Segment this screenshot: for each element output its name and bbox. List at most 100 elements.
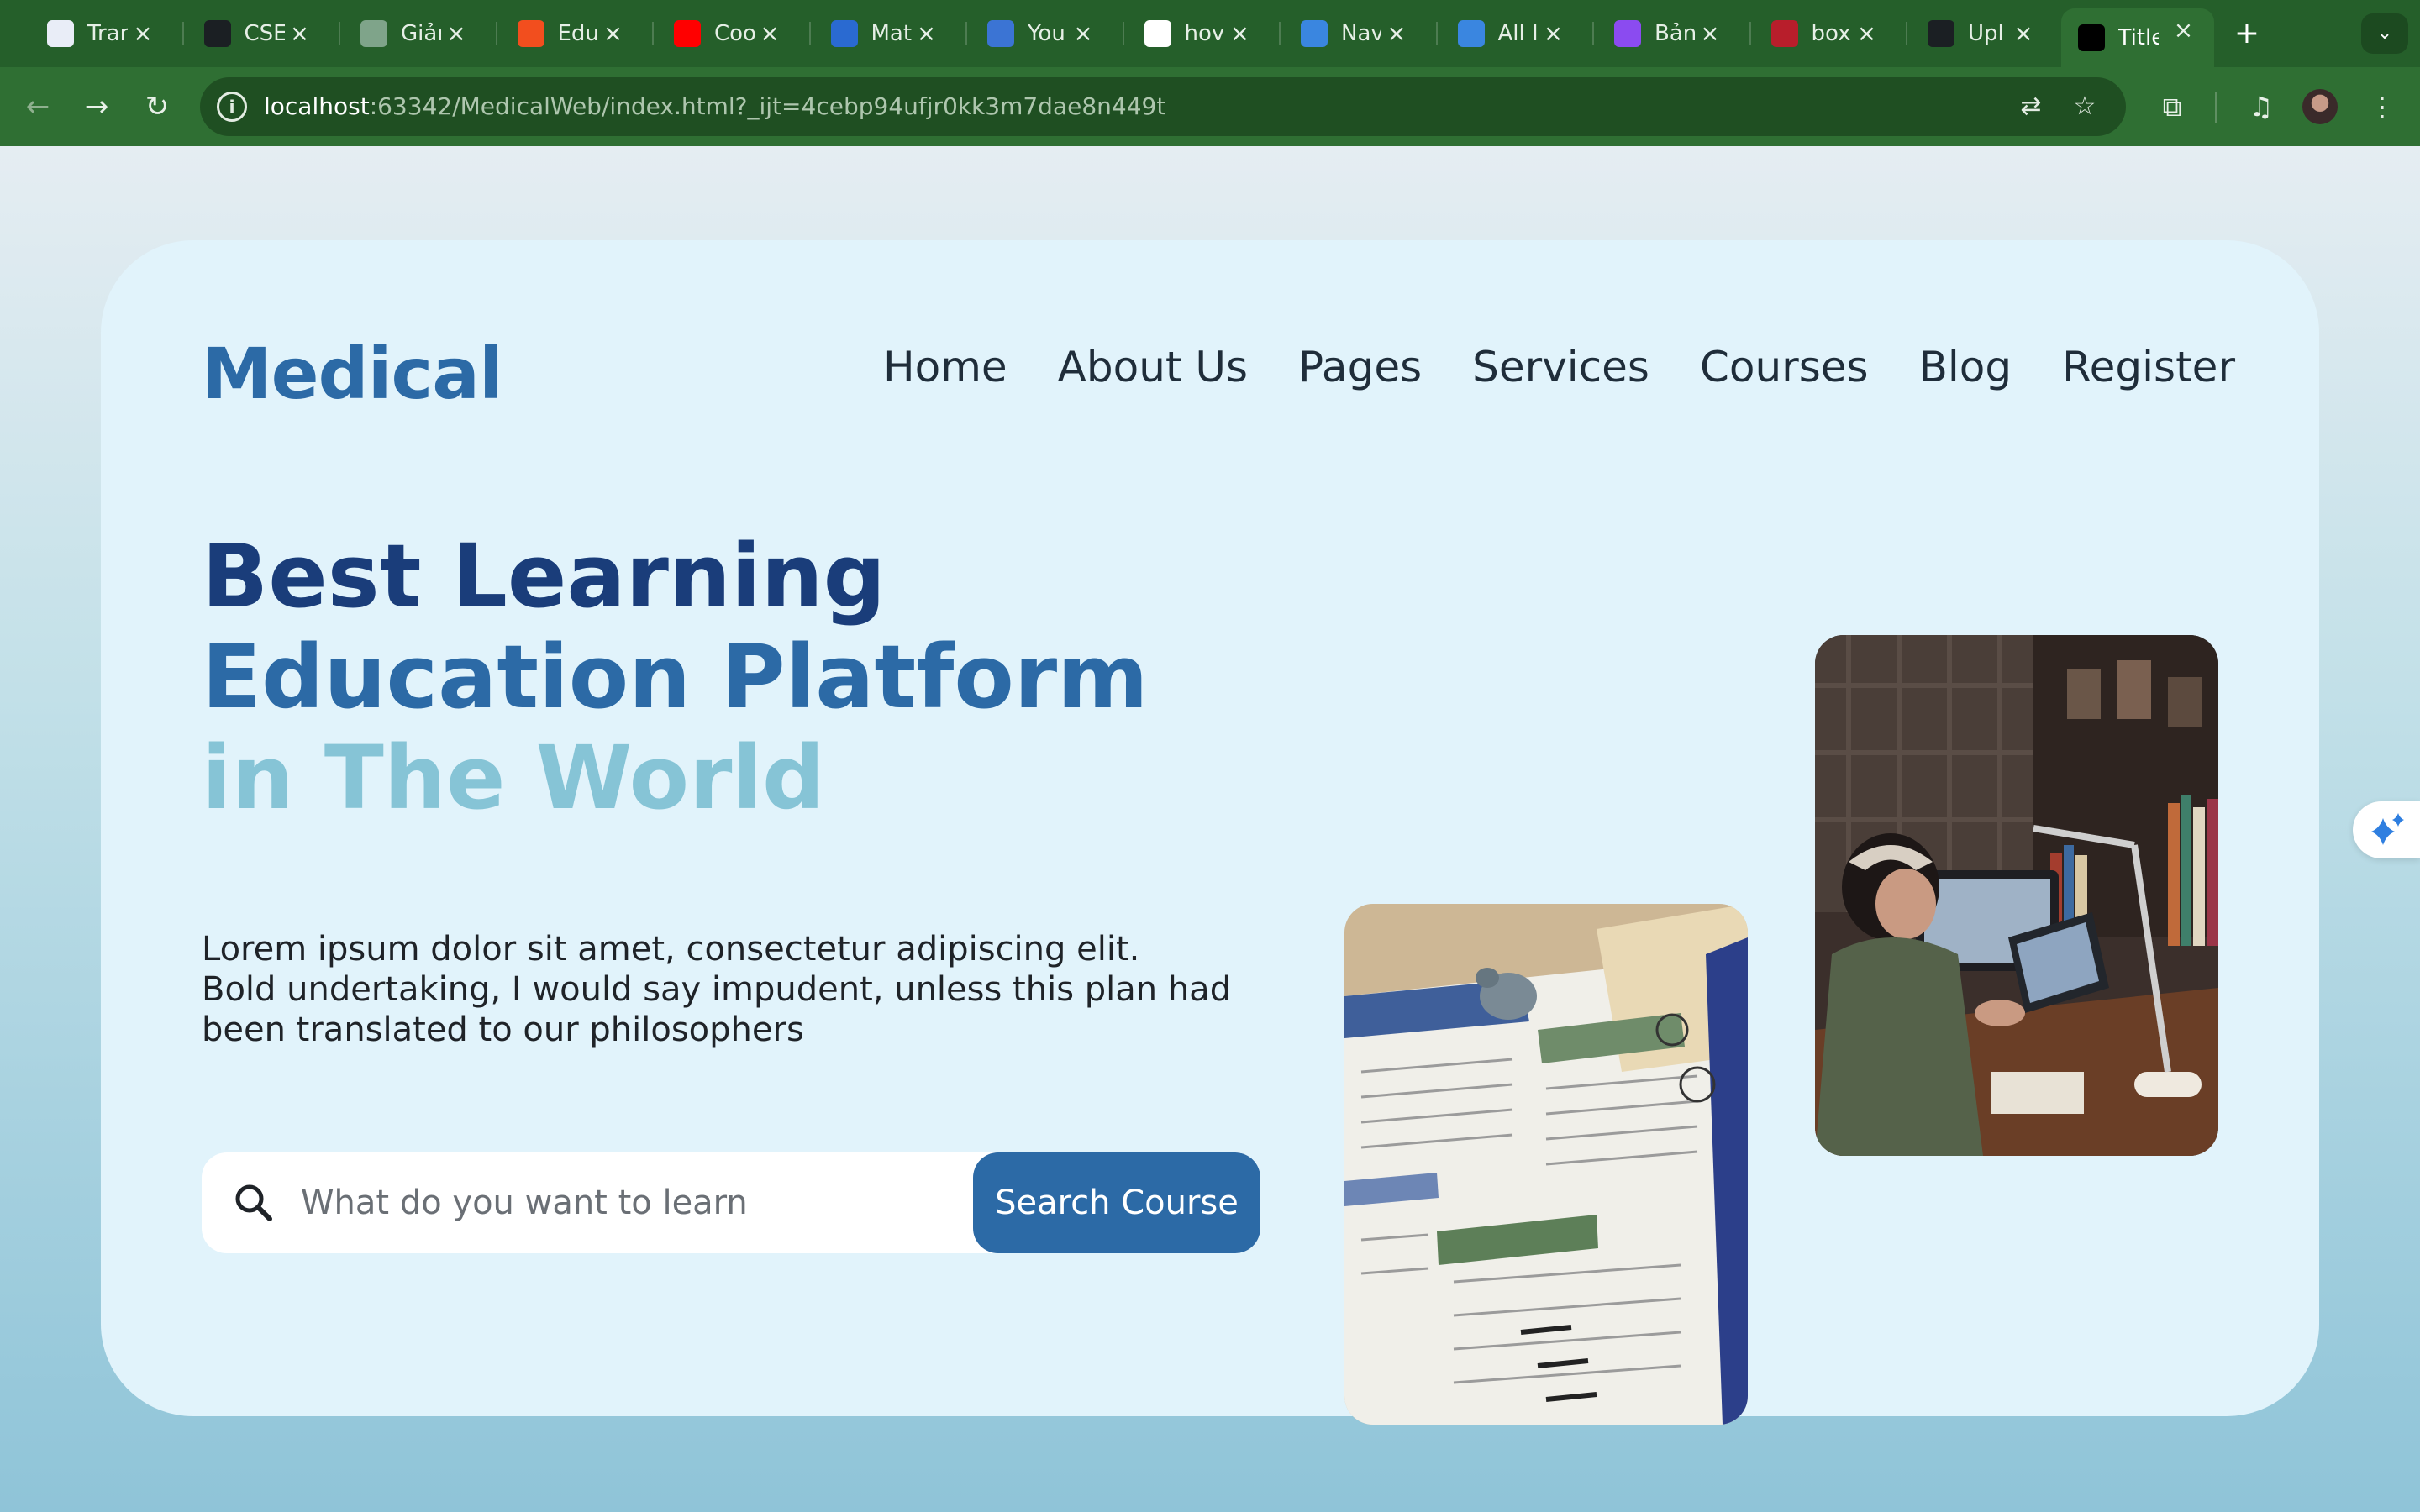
back-button[interactable]: ← bbox=[17, 86, 59, 128]
close-tab-icon[interactable]: × bbox=[755, 18, 785, 49]
tab-separator bbox=[1435, 22, 1438, 45]
media-control-icon[interactable]: ♫ bbox=[2240, 86, 2282, 128]
tab-separator bbox=[1906, 22, 1907, 45]
tab-separator bbox=[339, 22, 340, 45]
browser-tab[interactable]: Coo × bbox=[657, 12, 800, 55]
page-viewport: Medical Home About Us Pages Services Cou… bbox=[0, 146, 2420, 1512]
tab-title: Nav bbox=[1341, 21, 1381, 46]
search-input[interactable] bbox=[301, 1169, 939, 1236]
description-line-1: Lorem ipsum dolor sit amet, consectetur … bbox=[202, 930, 1140, 969]
codelearn-icon bbox=[1301, 20, 1328, 47]
site-info-icon[interactable]: i bbox=[217, 92, 247, 122]
tab-title: All I bbox=[1497, 21, 1539, 46]
tab-separator bbox=[495, 22, 497, 45]
main-nav: Home About Us Pages Services Courses Blo… bbox=[883, 343, 2235, 391]
browser-tab[interactable]: All I × bbox=[1441, 12, 1584, 55]
hero-headline: Best Learning Education Platform in The … bbox=[202, 526, 1149, 828]
tab-separator bbox=[652, 22, 654, 45]
student-studying-photo bbox=[1815, 635, 2218, 1156]
close-tab-icon[interactable]: × bbox=[1695, 18, 1725, 49]
close-tab-icon[interactable]: × bbox=[2008, 18, 2039, 49]
browser-tab[interactable]: hov × bbox=[1128, 12, 1270, 55]
close-tab-icon[interactable]: × bbox=[912, 18, 942, 49]
nav-register[interactable]: Register bbox=[2062, 343, 2235, 391]
study-document-photo bbox=[1344, 904, 1748, 1425]
browser-tab[interactable]: You × bbox=[971, 12, 1113, 55]
hero-description: Lorem ipsum dolor sit amet, consectetur … bbox=[202, 929, 1294, 1050]
search-icon bbox=[235, 1184, 272, 1221]
canva-icon bbox=[1614, 20, 1641, 47]
tab-title: Title bbox=[2118, 25, 2159, 50]
chatgpt-icon bbox=[360, 20, 387, 47]
close-tab-icon[interactable]: × bbox=[1225, 18, 1255, 49]
browser-tab[interactable]: Mat × bbox=[814, 12, 957, 55]
tab-title: CSE bbox=[244, 21, 285, 46]
browser-tab[interactable]: Title × bbox=[2060, 8, 2214, 67]
floating-assistant-widget[interactable] bbox=[2353, 801, 2420, 858]
translate-icon[interactable]: ⇄ bbox=[2015, 91, 2047, 123]
extensions-icon[interactable]: ⧉ bbox=[2151, 86, 2193, 128]
tab-separator bbox=[1279, 22, 1281, 45]
nav-about-us[interactable]: About Us bbox=[1058, 343, 1248, 391]
headline-line-3: in The World bbox=[202, 727, 825, 829]
figma-icon bbox=[517, 20, 544, 47]
url-text[interactable]: localhost:63342/MedicalWeb/index.html?_i… bbox=[264, 92, 1165, 120]
translate-app-icon bbox=[47, 20, 74, 47]
description-line-2: Bold undertaking, I would say impudent, … bbox=[202, 970, 1232, 1049]
tab-title: Mat bbox=[871, 21, 912, 46]
address-bar[interactable]: i localhost:63342/MedicalWeb/index.html?… bbox=[200, 77, 2126, 136]
browser-toolbar: ← → ↻ i localhost:63342/MedicalWeb/index… bbox=[0, 67, 2420, 146]
toolbar-divider bbox=[2215, 92, 2217, 123]
browser-tab[interactable]: box × bbox=[1754, 12, 1897, 55]
reload-button[interactable]: ↻ bbox=[136, 86, 178, 128]
tab-title: Upl bbox=[1968, 21, 2004, 46]
forward-button[interactable]: → bbox=[76, 86, 118, 128]
nav-pages[interactable]: Pages bbox=[1298, 343, 1422, 391]
tab-title: Giản bbox=[401, 21, 441, 46]
nav-courses[interactable]: Courses bbox=[1700, 343, 1869, 391]
tab-title: You bbox=[1028, 21, 1065, 46]
site-logo[interactable]: Medical bbox=[202, 333, 503, 415]
tab-title: box bbox=[1811, 21, 1851, 46]
close-tab-icon[interactable]: × bbox=[285, 18, 315, 49]
tab-separator bbox=[808, 22, 811, 45]
wattpad-icon bbox=[1770, 20, 1798, 47]
tab-title: hov bbox=[1184, 21, 1225, 46]
browser-tab[interactable]: Giản× bbox=[344, 12, 487, 55]
more-menu-icon[interactable]: ⋮ bbox=[2361, 86, 2403, 128]
browser-tab-strip: Tran×CSE×Giản×Edu×Coo×Mat×You×hov×Nav×Al… bbox=[0, 0, 2420, 67]
tab-separator bbox=[965, 22, 967, 45]
browser-tab[interactable]: Edu × bbox=[501, 12, 644, 55]
tab-separator bbox=[182, 22, 184, 45]
github-icon bbox=[203, 20, 231, 47]
github-icon bbox=[1928, 20, 1954, 47]
tab-title: Tran bbox=[87, 21, 128, 46]
tab-separator bbox=[1122, 22, 1124, 45]
close-tab-icon[interactable]: × bbox=[2169, 15, 2199, 45]
nav-blog[interactable]: Blog bbox=[1919, 343, 2012, 391]
close-tab-icon[interactable]: × bbox=[598, 18, 629, 49]
google-icon bbox=[1144, 20, 1171, 47]
search-course-button[interactable]: Search Course bbox=[973, 1152, 1260, 1253]
tab-separator bbox=[1749, 22, 1751, 45]
browser-tab[interactable]: Nav × bbox=[1284, 12, 1427, 55]
flag-icon bbox=[987, 20, 1014, 47]
browser-tab[interactable]: Upl × bbox=[1911, 12, 2054, 55]
nav-services[interactable]: Services bbox=[1472, 343, 1649, 391]
close-tab-icon[interactable]: × bbox=[1539, 18, 1569, 49]
close-tab-icon[interactable]: × bbox=[1852, 18, 1882, 49]
close-tab-icon[interactable]: × bbox=[1381, 18, 1412, 49]
nav-home[interactable]: Home bbox=[883, 343, 1007, 391]
new-tab-button[interactable]: + bbox=[2228, 15, 2265, 52]
close-tab-icon[interactable]: × bbox=[441, 18, 471, 49]
browser-tab[interactable]: Bản × bbox=[1597, 12, 1740, 55]
bookmark-star-icon[interactable]: ☆ bbox=[2069, 91, 2101, 123]
close-tab-icon[interactable]: × bbox=[128, 18, 158, 49]
profile-avatar[interactable] bbox=[2302, 89, 2338, 124]
tab-search-button[interactable]: ⌄ bbox=[2361, 13, 2408, 54]
browser-tab[interactable]: CSE × bbox=[187, 12, 330, 55]
close-tab-icon[interactable]: × bbox=[1068, 18, 1098, 49]
youtube-icon bbox=[674, 20, 701, 47]
hero-card: Medical Home About Us Pages Services Cou… bbox=[101, 240, 2319, 1425]
browser-tab[interactable]: Tran × bbox=[30, 12, 173, 55]
